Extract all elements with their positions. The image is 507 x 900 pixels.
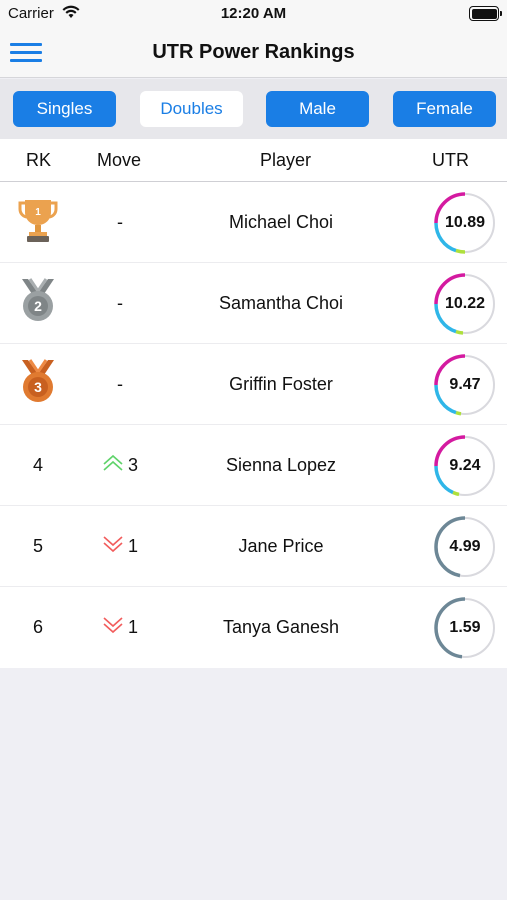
move-cell: - — [80, 344, 160, 425]
utr-ring: 10.22 — [433, 272, 497, 336]
table-row[interactable]: 2 - Samantha Choi 10.22 — [0, 263, 507, 344]
status-bar: Carrier 12:20 AM — [0, 0, 507, 28]
move-cell: 1 — [80, 587, 160, 668]
bronze-medal-icon: 3 — [16, 358, 60, 411]
move-value: 1 — [127, 536, 138, 556]
rank-cell: 2 — [0, 263, 76, 344]
utr-ring: 4.99 — [433, 515, 497, 579]
utr-cell: 10.22 — [432, 263, 498, 344]
player-name: Jane Price — [238, 536, 324, 556]
rank-cell: 5 — [32, 536, 43, 556]
move-value: 3 — [127, 455, 138, 475]
utr-cell: 9.47 — [432, 344, 498, 425]
player-name: Sienna Lopez — [225, 455, 337, 475]
svg-text:2: 2 — [34, 298, 42, 314]
rank-cell: 4 — [32, 455, 43, 475]
move-cell: - — [80, 182, 160, 263]
utr-value: 9.24 — [449, 456, 481, 474]
move-cell: - — [80, 263, 160, 344]
filter-male-button[interactable]: Male — [266, 91, 369, 127]
header-rank: RK — [26, 150, 52, 170]
rank-cell: 6 — [32, 617, 43, 637]
utr-value: 9.47 — [449, 375, 481, 393]
move-cell: 3 — [80, 425, 160, 506]
table-row[interactable]: 3 - Griffin Foster 9.47 — [0, 344, 507, 425]
table-row[interactable]: 1 - Michael Choi 10.89 — [0, 182, 507, 263]
filter-singles-button[interactable]: Singles — [13, 91, 116, 127]
player-name: Michael Choi — [228, 212, 334, 232]
navigation-bar: UTR Power Rankings — [0, 28, 507, 78]
status-time: 12:20 AM — [220, 5, 287, 22]
table-row[interactable]: 4 3 Sienna Lopez 9.24 — [0, 425, 507, 506]
move-value: - — [117, 374, 123, 394]
silver-medal-icon: 2 — [16, 277, 60, 330]
rank-cell: 3 — [0, 344, 76, 425]
utr-ring: 1.59 — [433, 596, 497, 660]
utr-cell: 9.24 — [432, 425, 498, 506]
rankings-table: RK Move Player UTR 1 - Michael Choi 10.8… — [0, 139, 507, 668]
svg-text:1: 1 — [35, 207, 41, 218]
utr-value: 1.59 — [449, 618, 481, 636]
move-value: 1 — [127, 617, 138, 637]
up-arrow-icon — [102, 454, 124, 477]
player-name: Samantha Choi — [218, 293, 344, 313]
header-utr: UTR — [432, 150, 469, 170]
move-cell: 1 — [80, 506, 160, 587]
move-value: - — [117, 212, 123, 232]
filter-segment-bar: Singles Doubles Male Female — [0, 79, 507, 139]
rank-cell: 1 — [0, 182, 76, 263]
page-title: UTR Power Rankings — [152, 41, 355, 63]
player-name: Tanya Ganesh — [222, 617, 340, 637]
player-name: Griffin Foster — [229, 374, 333, 394]
utr-ring: 9.24 — [433, 434, 497, 498]
svg-text:3: 3 — [34, 379, 42, 395]
down-arrow-icon — [102, 616, 124, 639]
gold-trophy-icon: 1 — [17, 196, 59, 249]
utr-ring: 9.47 — [433, 353, 497, 417]
utr-value: 10.22 — [444, 294, 486, 312]
battery-icon — [469, 6, 502, 21]
utr-cell: 4.99 — [432, 506, 498, 587]
filter-female-button[interactable]: Female — [393, 91, 496, 127]
filter-doubles-button[interactable]: Doubles — [140, 91, 243, 127]
header-player: Player — [260, 150, 312, 170]
utr-ring: 10.89 — [433, 191, 497, 255]
move-value: - — [117, 293, 123, 313]
header-move: Move — [97, 150, 142, 170]
utr-value: 10.89 — [444, 213, 486, 231]
utr-cell: 10.89 — [432, 182, 498, 263]
utr-value: 4.99 — [449, 537, 481, 555]
utr-cell: 1.59 — [432, 587, 498, 668]
table-row[interactable]: 6 1 Tanya Ganesh 1.59 — [0, 587, 507, 668]
table-row[interactable]: 5 1 Jane Price 4.99 — [0, 506, 507, 587]
table-header: RK Move Player UTR — [0, 139, 507, 182]
down-arrow-icon — [102, 535, 124, 558]
